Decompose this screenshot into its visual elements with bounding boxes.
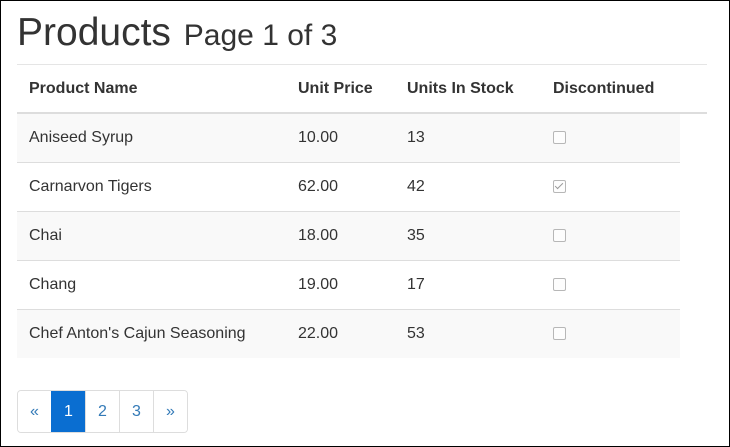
table-header: Product Name Unit Price Units In Stock D… xyxy=(17,65,707,114)
column-header-units-in-stock[interactable]: Units In Stock xyxy=(395,65,541,114)
discontinued-checkbox xyxy=(553,278,566,292)
page-title: Products xyxy=(17,11,171,54)
product-name-cell: Chang xyxy=(17,260,286,310)
table-row[interactable]: Aniseed Syrup 10.00 13 xyxy=(17,112,707,163)
discontinued-checkbox xyxy=(553,180,566,194)
header-spacer xyxy=(680,65,707,114)
units-in-stock-cell: 17 xyxy=(395,260,541,310)
pagination: « 1 2 3 » xyxy=(17,390,188,433)
column-header-discontinued[interactable]: Discontinued xyxy=(541,65,680,114)
page-frame: Products Page 1 of 3 Product Name Unit P… xyxy=(0,0,730,447)
discontinued-cell xyxy=(541,309,680,358)
page-info: Page 1 of 3 xyxy=(183,19,338,52)
row-spacer xyxy=(680,113,707,163)
pagination-page-2[interactable]: 2 xyxy=(85,391,119,432)
column-header-product-name[interactable]: Product Name xyxy=(17,65,286,114)
discontinued-cell xyxy=(541,260,680,310)
unit-price-cell: 19.00 xyxy=(286,260,395,310)
units-in-stock-cell: 13 xyxy=(395,112,541,163)
units-in-stock-cell: 42 xyxy=(395,162,541,212)
unit-price-cell: 62.00 xyxy=(286,162,395,212)
units-in-stock-cell: 53 xyxy=(395,309,541,358)
table-row[interactable]: Chai 18.00 35 xyxy=(17,211,707,261)
discontinued-checkbox xyxy=(553,327,566,341)
row-spacer xyxy=(680,211,707,261)
unit-price-cell: 10.00 xyxy=(286,112,395,163)
product-name-cell: Carnarvon Tigers xyxy=(17,162,286,212)
discontinued-cell xyxy=(541,112,680,163)
row-spacer xyxy=(680,309,707,358)
unit-price-cell: 18.00 xyxy=(286,211,395,261)
product-name-cell: Chef Anton's Cajun Seasoning xyxy=(17,309,286,358)
page-heading: Products Page 1 of 3 xyxy=(17,13,337,52)
table-body: Aniseed Syrup 10.00 13 Carnarvon Tigers … xyxy=(17,112,707,358)
header-row: Product Name Unit Price Units In Stock D… xyxy=(17,65,707,114)
table-row[interactable]: Chang 19.00 17 xyxy=(17,260,707,310)
pagination-prev-button[interactable]: « xyxy=(18,391,51,432)
product-name-cell: Chai xyxy=(17,211,286,261)
table-row[interactable]: Chef Anton's Cajun Seasoning 22.00 53 xyxy=(17,309,707,358)
discontinued-cell xyxy=(541,211,680,261)
units-in-stock-cell: 35 xyxy=(395,211,541,261)
pagination-page-1[interactable]: 1 xyxy=(51,391,85,432)
row-spacer xyxy=(680,260,707,310)
column-header-unit-price[interactable]: Unit Price xyxy=(286,65,395,114)
discontinued-cell xyxy=(541,162,680,212)
pagination-page-3[interactable]: 3 xyxy=(119,391,153,432)
products-table: Product Name Unit Price Units In Stock D… xyxy=(17,65,707,358)
pagination-next-button[interactable]: » xyxy=(153,391,187,432)
discontinued-checkbox xyxy=(553,131,566,145)
unit-price-cell: 22.00 xyxy=(286,309,395,358)
discontinued-checkbox xyxy=(553,229,566,243)
row-spacer xyxy=(680,162,707,212)
product-name-cell: Aniseed Syrup xyxy=(17,112,286,163)
table-row[interactable]: Carnarvon Tigers 62.00 42 xyxy=(17,162,707,212)
